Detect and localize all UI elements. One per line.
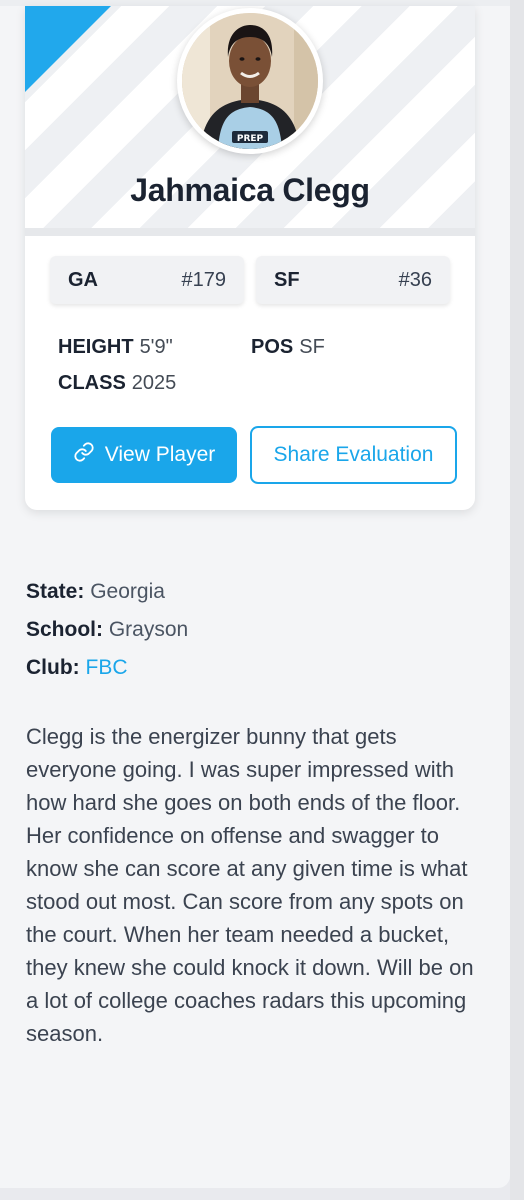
height-label: HEIGHT (58, 336, 134, 358)
state-rank-badge: GA #179 (50, 256, 244, 304)
state-detail: State: Georgia (26, 580, 165, 604)
position-attribute: POS SF (251, 336, 325, 359)
player-photo: PREP (182, 13, 318, 149)
position-rank-value: #36 (398, 268, 432, 291)
player-card: PREP Jahmaica Clegg GA #179 SF #36 HEIGH… (25, 6, 475, 510)
view-player-label: View Player (104, 443, 216, 466)
state-value: Georgia (90, 580, 165, 603)
position-value: SF (299, 336, 325, 358)
view-player-button[interactable]: View Player (51, 427, 237, 483)
school-value: Grayson (108, 618, 189, 641)
club-label: Club: (26, 656, 80, 679)
height-attribute: HEIGHT 5'9" (58, 336, 173, 359)
share-evaluation-button[interactable]: Share Evaluation (250, 426, 457, 484)
avatar[interactable]: PREP (177, 8, 323, 154)
evaluation-text: Clegg is the energizer bunny that gets e… (26, 724, 474, 1046)
state-rank-label: GA (68, 268, 98, 291)
position-label: POS (251, 336, 294, 358)
club-link[interactable]: FBC (86, 656, 128, 679)
class-value: 2025 (131, 372, 177, 394)
class-label: CLASS (58, 372, 126, 394)
player-name: Jahmaica Clegg (130, 172, 370, 208)
state-label: State: (26, 580, 85, 603)
corner-accent (25, 6, 111, 92)
jersey-text: PREP (237, 134, 264, 144)
club-detail: Club: FBC (26, 656, 128, 680)
state-rank-value: #179 (181, 268, 227, 291)
school-detail: School: Grayson (26, 618, 188, 642)
link-icon (73, 441, 95, 469)
school-label: School: (26, 618, 103, 641)
position-rank-badge: SF #36 (256, 256, 450, 304)
position-rank-label: SF (274, 268, 300, 291)
class-attribute: CLASS 2025 (58, 372, 176, 395)
banner-divider (25, 228, 475, 236)
share-evaluation-label: Share Evaluation (273, 443, 434, 466)
height-value: 5'9" (139, 336, 173, 358)
page: PREP Jahmaica Clegg GA #179 SF #36 HEIGH… (0, 0, 510, 1188)
page-edge (510, 0, 524, 1200)
